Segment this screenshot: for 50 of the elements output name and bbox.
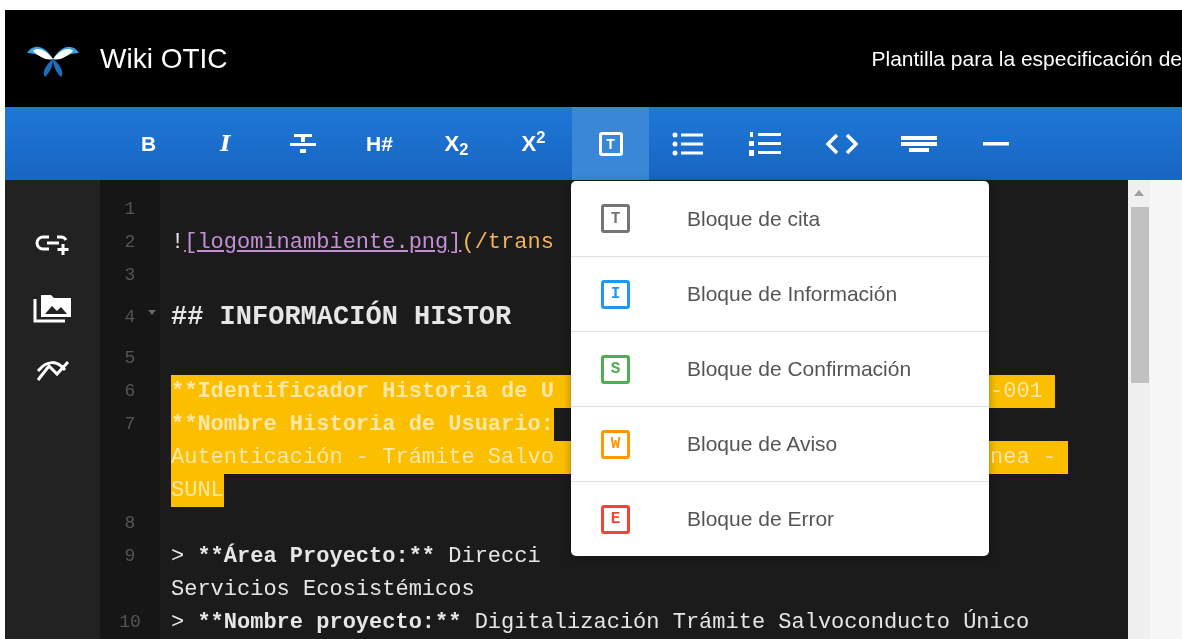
code-line: ![logominambiente.png](/trans	[171, 229, 554, 257]
menu-item-label: Bloque de Confirmación	[687, 356, 912, 383]
superscript-button[interactable]: X$^{2}$	[495, 107, 572, 180]
code-line: Autenticación - Trámite Salvo	[171, 445, 554, 470]
line-number: 10	[119, 611, 141, 634]
line-number: 8	[124, 512, 136, 535]
code-line: > **Área Proyecto:** Direcci	[171, 542, 541, 571]
block-type-icon: T	[601, 204, 630, 233]
trend-chart-icon[interactable]	[34, 358, 71, 382]
menu-item-label: Bloque de cita	[687, 205, 821, 232]
code-text-fragment: -001	[990, 378, 1043, 406]
heading-button[interactable]: H#	[341, 107, 418, 180]
app-name[interactable]: Wiki OTIC	[100, 37, 228, 80]
bullet-list-icon	[671, 131, 704, 156]
line-number: 7	[124, 413, 136, 436]
fold-caret-icon[interactable]	[148, 310, 156, 316]
code-line: > **Nombre proyecto:** Digitalización Trámite Salvoconducto Único	[171, 608, 1030, 637]
menu-item[interactable]: T Bloque de cita	[571, 181, 989, 256]
line-number: 1	[124, 198, 136, 221]
code-line: **Identificador Historia de U	[171, 379, 554, 404]
menu-item[interactable]: I Bloque de Información	[571, 256, 989, 331]
menu-item-label: Bloque de Error	[687, 506, 835, 533]
block-button[interactable]: T	[572, 107, 649, 180]
code-line: ## INFORMACIÓN HISTOR	[171, 299, 512, 334]
line-number: 2	[124, 231, 136, 254]
menu-item-label: Bloque de Información	[687, 281, 898, 308]
menu-item[interactable]: E Bloque de Error	[571, 481, 989, 556]
code-line: Servicios Ecosistémicos	[171, 576, 475, 604]
line-number: 3	[124, 264, 136, 287]
menu-item[interactable]: W Bloque de Aviso	[571, 406, 989, 481]
bold-button[interactable]: B	[110, 107, 187, 180]
menu-item[interactable]: S Bloque de Confirmación	[571, 331, 989, 406]
block-type-icon: W	[601, 429, 630, 459]
block-type-icon: E	[601, 504, 630, 534]
block-type-icon: S	[601, 354, 630, 384]
line-number: 4	[124, 305, 136, 329]
keyboard-icon	[900, 133, 937, 154]
subscript-button[interactable]: X$_{2}$	[418, 107, 495, 180]
line-number: 5	[124, 347, 136, 370]
italic-button[interactable]: I	[187, 107, 264, 180]
numbered-list-icon	[747, 130, 782, 157]
menu-item-label: Bloque de Aviso	[687, 431, 838, 458]
scrollbar-thumb[interactable]	[1131, 207, 1149, 383]
line-number: 9	[124, 545, 136, 568]
page-title: Plantilla para la especificación de	[871, 45, 1182, 72]
line-number: 6	[124, 380, 136, 403]
block-type-icon: I	[601, 279, 630, 309]
code-text-fragment: nea -	[990, 444, 1056, 472]
scrollbar[interactable]	[1128, 180, 1150, 639]
code-icon	[824, 131, 859, 156]
